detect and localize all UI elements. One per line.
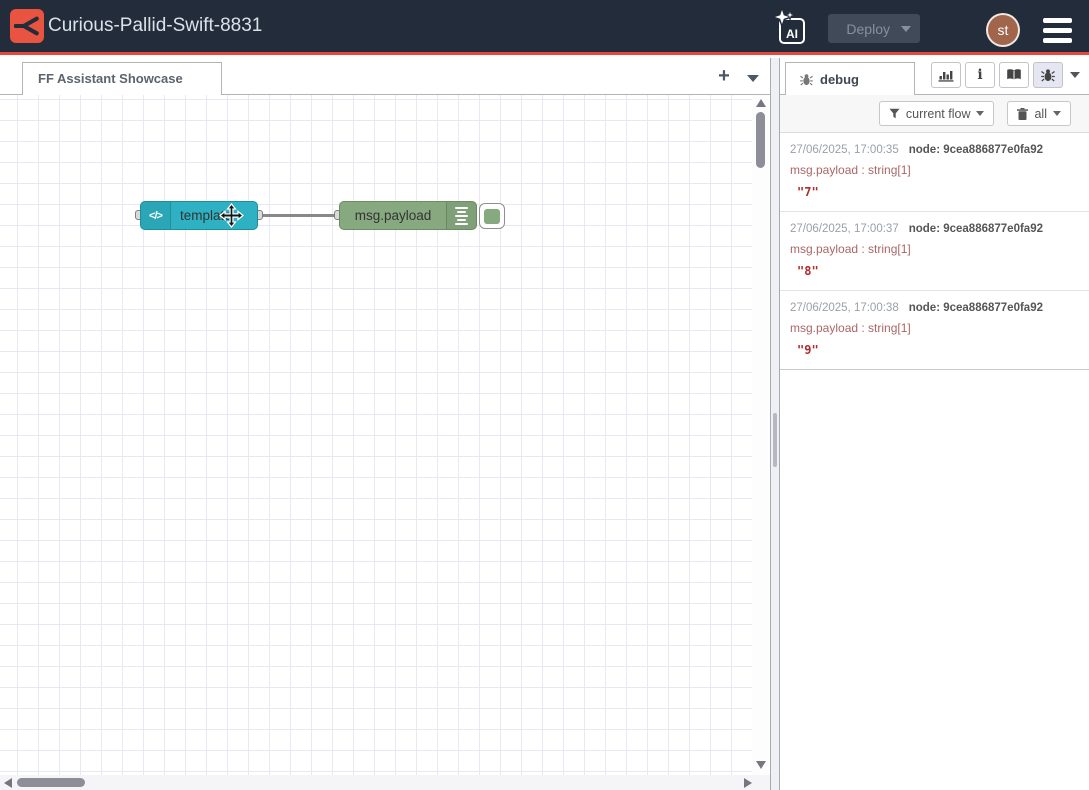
vertical-scroll-thumb[interactable] xyxy=(756,112,765,168)
branch-logo-glyph xyxy=(14,13,40,39)
debug-message-timestamp: 27/06/2025, 17:00:35 xyxy=(790,144,899,156)
debug-message[interactable]: 27/06/2025, 17:00:38 node: 9cea886877e0fa… xyxy=(780,291,1089,369)
sidebar-splitter[interactable] xyxy=(770,58,780,790)
debug-message-node-id: node: 9cea886877e0fa92 xyxy=(909,223,1043,235)
ai-assistant-button[interactable]: AI xyxy=(773,9,809,46)
debug-sidebar-button[interactable] xyxy=(1033,62,1063,88)
debug-message[interactable]: 27/06/2025, 17:00:35 node: 9cea886877e0fa… xyxy=(780,133,1089,212)
debug-message-timestamp: 27/06/2025, 17:00:38 xyxy=(790,302,899,314)
trash-icon xyxy=(1017,108,1028,120)
debug-filter-label: current flow xyxy=(906,107,971,121)
debug-filter-button[interactable]: current flow xyxy=(879,101,995,126)
debug-message-value: "8" xyxy=(790,260,1089,282)
workspace-tab-ff-assistant-showcase[interactable]: FF Assistant Showcase xyxy=(22,62,222,95)
canvas-vertical-scrollbar[interactable] xyxy=(752,95,770,775)
node-debug-label: msg.payload xyxy=(340,208,446,223)
debug-message-list: 27/06/2025, 17:00:35 node: 9cea886877e0fa… xyxy=(780,133,1089,370)
scroll-left-arrow-icon[interactable] xyxy=(4,778,12,788)
sidebar-tab-debug[interactable]: debug xyxy=(785,62,915,95)
info-icon: i xyxy=(977,67,982,83)
debug-enable-toggle[interactable] xyxy=(479,203,505,229)
info-button[interactable]: i xyxy=(965,62,995,88)
flow-canvas[interactable]: </> template msg.payload xyxy=(0,95,770,775)
node-debug[interactable]: msg.payload xyxy=(339,201,477,230)
scroll-up-arrow-icon[interactable] xyxy=(756,99,766,107)
node-template-label: template xyxy=(171,208,257,223)
sidebar: debug i xyxy=(780,58,1089,790)
debug-toggle-state xyxy=(484,209,500,224)
scroll-down-arrow-icon[interactable] xyxy=(756,761,766,769)
bar-chart-icon xyxy=(938,69,954,82)
header: Curious-Pallid-Swift-8831 AI Deploy st xyxy=(0,0,1089,55)
debug-message-value: "9" xyxy=(790,339,1089,361)
canvas-horizontal-scrollbar[interactable] xyxy=(0,775,770,790)
main-menu-button[interactable] xyxy=(1043,18,1072,43)
debug-message[interactable]: 27/06/2025, 17:00:37 node: 9cea886877e0fa… xyxy=(780,212,1089,291)
user-avatar[interactable]: st xyxy=(986,13,1020,47)
horizontal-scroll-thumb[interactable] xyxy=(17,778,85,787)
book-icon xyxy=(1006,68,1022,82)
sidebar-tab-debug-label: debug xyxy=(820,72,859,87)
dashboard-chart-button[interactable] xyxy=(931,62,961,88)
hamburger-bar xyxy=(1043,38,1072,43)
debug-clear-button[interactable]: all xyxy=(1007,101,1071,126)
page-title: Curious-Pallid-Swift-8831 xyxy=(48,0,262,52)
code-icon: </> xyxy=(141,202,171,229)
workspace-tab-label: FF Assistant Showcase xyxy=(38,71,183,86)
debug-message-timestamp: 27/06/2025, 17:00:37 xyxy=(790,223,899,235)
splitter-grip[interactable] xyxy=(773,413,777,467)
workspace-tabbar: FF Assistant Showcase + xyxy=(0,58,770,95)
add-flow-button[interactable]: + xyxy=(712,64,736,90)
debug-clear-label: all xyxy=(1034,107,1047,121)
debug-message-topic[interactable]: msg.payload : string[1] xyxy=(790,239,1089,260)
hamburger-bar xyxy=(1043,18,1072,23)
svg-text:AI: AI xyxy=(786,27,798,41)
debug-message-node-id: node: 9cea886877e0fa92 xyxy=(909,144,1043,156)
funnel-icon xyxy=(889,108,900,119)
bug-icon xyxy=(800,73,813,86)
sidebar-tabbar: debug i xyxy=(780,58,1089,95)
debug-message-node-id: node: 9cea886877e0fa92 xyxy=(909,302,1043,314)
deploy-button[interactable]: Deploy xyxy=(828,14,920,43)
hamburger-bar xyxy=(1043,28,1072,33)
filter-caret-icon xyxy=(976,111,984,116)
flow-editor: FF Assistant Showcase + </> template msg… xyxy=(0,58,770,790)
node-template[interactable]: </> template xyxy=(140,201,258,230)
wire-template-to-debug[interactable] xyxy=(258,214,341,217)
bug-icon xyxy=(1041,68,1055,82)
deploy-button-label: Deploy xyxy=(846,21,890,37)
avatar-initials: st xyxy=(998,22,1009,38)
sidebar-options-caret-icon[interactable] xyxy=(1070,72,1080,78)
debug-message-topic[interactable]: msg.payload : string[1] xyxy=(790,318,1089,339)
flow-list-caret-icon[interactable] xyxy=(747,75,759,82)
app-logo-icon[interactable] xyxy=(10,9,44,43)
scroll-right-arrow-icon[interactable] xyxy=(744,778,752,788)
help-button[interactable] xyxy=(999,62,1029,88)
clear-caret-icon xyxy=(1053,111,1061,116)
debug-message-value: "7" xyxy=(790,181,1089,203)
debug-message-topic[interactable]: msg.payload : string[1] xyxy=(790,160,1089,181)
debug-toolbar: current flow all xyxy=(780,95,1089,133)
deploy-options-caret-icon[interactable] xyxy=(901,26,911,32)
debug-list-icon xyxy=(446,202,476,229)
